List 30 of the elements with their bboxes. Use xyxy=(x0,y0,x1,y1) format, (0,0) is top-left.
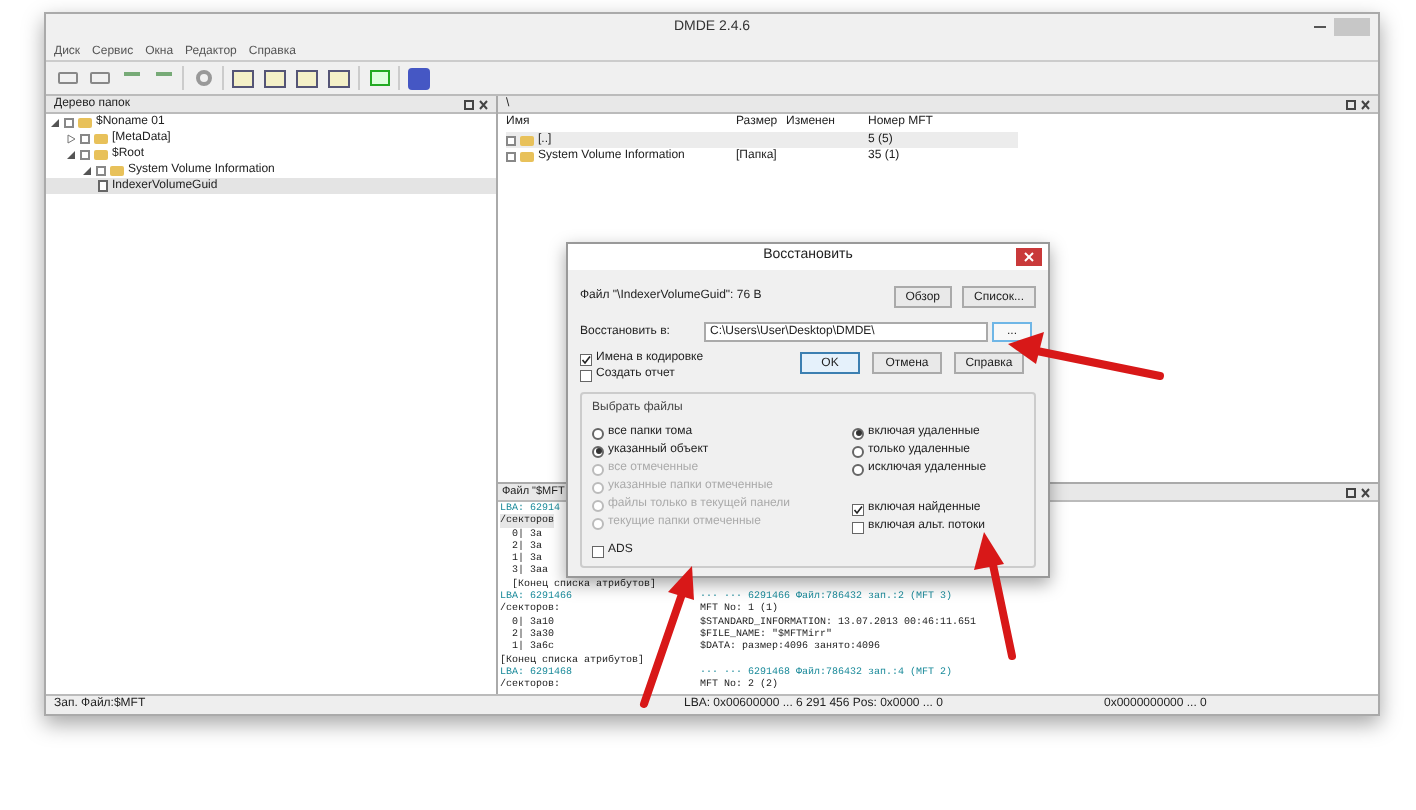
checkbox[interactable] xyxy=(506,151,516,161)
radio-button[interactable] xyxy=(852,463,864,475)
checkbox[interactable] xyxy=(580,369,592,381)
checkbox[interactable] xyxy=(80,133,90,143)
checkbox[interactable] xyxy=(80,149,90,159)
radio-button[interactable] xyxy=(592,445,604,457)
radio-button[interactable] xyxy=(852,445,864,457)
monitor-icon[interactable] xyxy=(366,66,392,90)
expander-icon[interactable] xyxy=(66,149,76,159)
checkbox[interactable] xyxy=(96,165,106,175)
panel-controls-icon[interactable] xyxy=(1346,99,1370,109)
logo-icon[interactable] xyxy=(406,66,432,90)
checkbox[interactable] xyxy=(852,521,864,533)
panel-icon[interactable] xyxy=(294,66,320,90)
panel-icon[interactable] xyxy=(326,66,352,90)
radio-button[interactable] xyxy=(852,427,864,439)
panel-controls-icon[interactable] xyxy=(464,99,488,109)
expander-icon[interactable] xyxy=(66,133,76,143)
close-icon xyxy=(1024,252,1034,262)
panel-icon[interactable] xyxy=(262,66,288,90)
checkbox[interactable] xyxy=(852,503,864,515)
panel-icon[interactable] xyxy=(230,66,256,90)
checkbox[interactable] xyxy=(580,353,592,365)
checkbox[interactable] xyxy=(592,545,604,557)
checkbox[interactable] xyxy=(506,135,516,145)
file-icon xyxy=(98,180,108,192)
checkbox[interactable] xyxy=(64,117,74,127)
radio-button[interactable] xyxy=(592,427,604,439)
panel-controls-icon[interactable] xyxy=(1346,487,1370,497)
annotation-arrow xyxy=(974,532,1016,660)
